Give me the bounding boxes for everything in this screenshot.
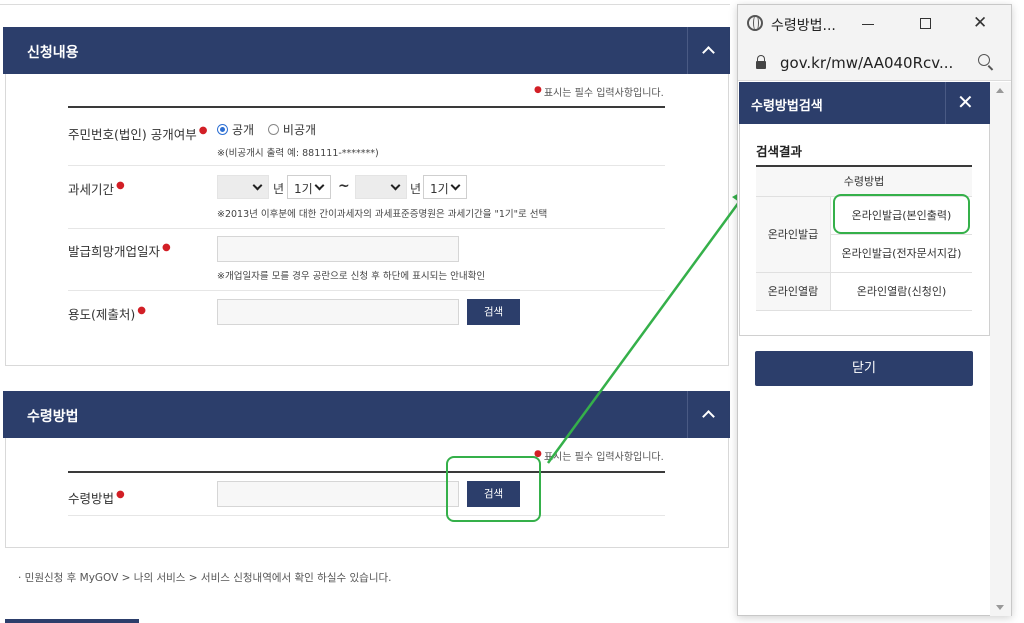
popup-header-title: 수령방법검색	[751, 99, 823, 114]
table-option-cell[interactable]: 온라인발급(전자문서지갑)	[831, 235, 972, 273]
search-result-title: 검색결과	[756, 144, 803, 159]
popup-header: 수령방법검색 ✕	[739, 82, 990, 124]
window-close-button[interactable]: ✕	[973, 13, 987, 33]
maximize-button[interactable]	[920, 18, 931, 29]
table-option-cell[interactable]: 온라인열람(신청인)	[831, 273, 972, 311]
arrow-line	[546, 197, 744, 464]
popup-window-title: 수령방법...	[771, 18, 836, 34]
table-group-cell: 온라인발급	[756, 197, 831, 273]
lock-icon	[756, 55, 766, 69]
zoom-icon[interactable]	[978, 54, 990, 66]
highlight-option-annotation	[833, 194, 970, 234]
scroll-down-icon[interactable]	[996, 605, 1004, 610]
globe-icon	[747, 15, 763, 31]
popup-titlebar: 수령방법... ✕	[738, 5, 1011, 45]
popup-close-icon[interactable]: ✕	[957, 90, 974, 114]
table-column-header: 수령방법	[756, 167, 972, 197]
popup-address-bar: gov.kr/mw/AA040Rcv...	[738, 45, 1011, 81]
popup-window: 수령방법... ✕ gov.kr/mw/AA040Rcv... 수령방법검색 ✕…	[737, 4, 1012, 616]
header-separator	[945, 82, 946, 124]
minimize-button[interactable]	[862, 24, 874, 25]
scroll-up-icon[interactable]	[996, 88, 1004, 93]
popup-url[interactable]: gov.kr/mw/AA040Rcv...	[780, 54, 953, 72]
popup-close-button[interactable]: 닫기	[755, 351, 973, 386]
table-group-cell: 온라인열람	[756, 273, 831, 311]
popup-scrollbar[interactable]	[990, 82, 1011, 616]
